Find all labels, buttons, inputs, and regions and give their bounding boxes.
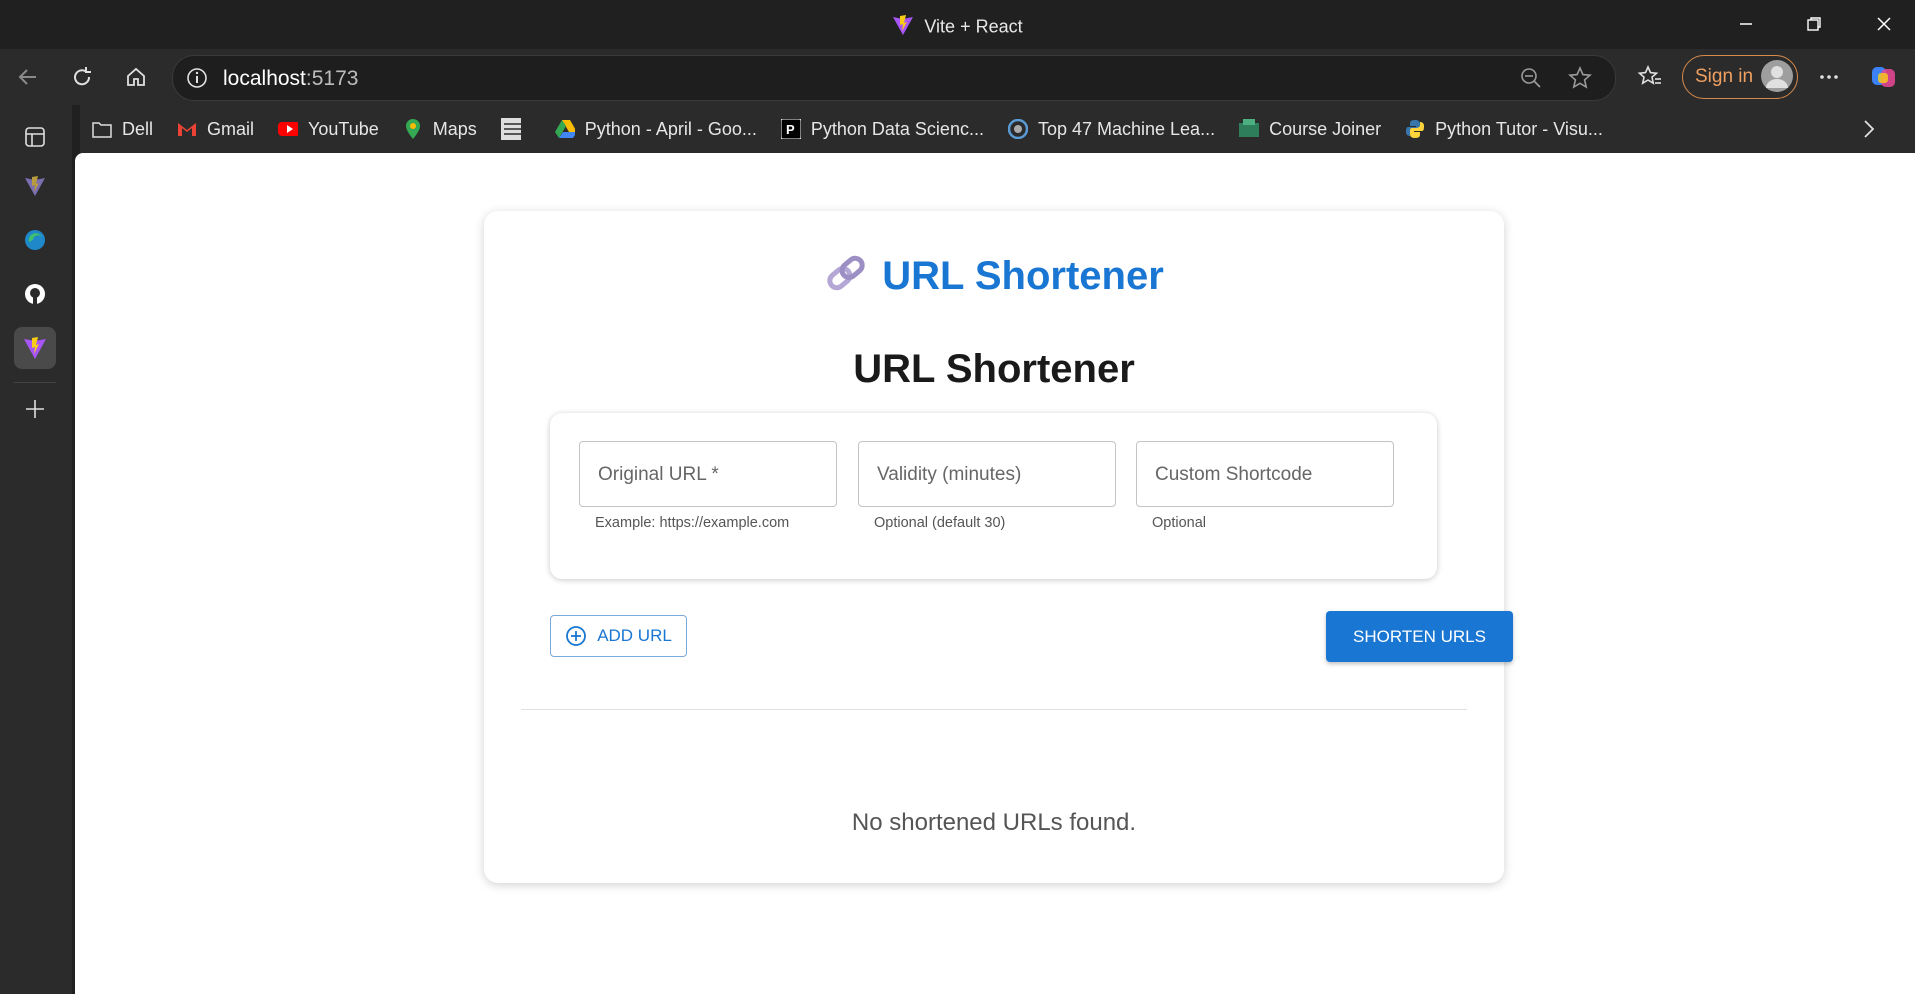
original-url-input[interactable] bbox=[596, 442, 826, 508]
window-title-bar: Vite + React bbox=[0, 0, 1915, 49]
bookmark-youtube[interactable]: YouTube bbox=[278, 119, 379, 140]
add-circle-icon bbox=[565, 625, 587, 647]
shortener-card: URL Shortener URL Shortener Example: htt… bbox=[484, 211, 1513, 883]
empty-results-message: No shortened URLs found. bbox=[851, 809, 1137, 836]
tab-actions-icon[interactable] bbox=[14, 116, 56, 158]
original-url-field: Example: https://example.com bbox=[579, 441, 837, 531]
results-divider bbox=[521, 709, 1467, 710]
bookmark-python-tutor[interactable]: Python Tutor - Visu... bbox=[1405, 119, 1603, 140]
new-tab-plus-icon[interactable] bbox=[14, 388, 56, 430]
bookmark-course-joiner[interactable]: Course Joiner bbox=[1239, 119, 1381, 140]
close-window-button[interactable] bbox=[1864, 8, 1904, 40]
address-url[interactable]: localhost:5173 bbox=[223, 67, 358, 91]
minimize-button[interactable] bbox=[1726, 8, 1766, 40]
shortcode-field: Optional bbox=[1136, 441, 1394, 531]
shortcode-helper: Optional bbox=[1152, 515, 1207, 531]
bookmark-python-data-science[interactable]: P Python Data Scienc... bbox=[780, 119, 984, 140]
add-url-button[interactable]: ADD URL bbox=[550, 615, 687, 657]
validity-helper: Optional (default 30) bbox=[874, 515, 1006, 531]
gmail-icon bbox=[177, 119, 197, 139]
bookmark-maps[interactable]: Maps bbox=[403, 119, 477, 140]
shortcode-input[interactable] bbox=[1153, 442, 1383, 508]
vite-logo-icon bbox=[892, 14, 914, 41]
sidebar-divider bbox=[14, 382, 56, 383]
app-brand: URL Shortener bbox=[484, 253, 1504, 303]
address-bar[interactable]: localhost:5173 bbox=[172, 55, 1616, 101]
site-info-icon[interactable] bbox=[185, 66, 209, 95]
vite-react-tab-icon[interactable] bbox=[14, 327, 56, 369]
bookmark-site[interactable] bbox=[500, 118, 531, 140]
zoom-out-icon[interactable] bbox=[1519, 66, 1543, 95]
folder-icon bbox=[92, 119, 112, 139]
svg-text:P: P bbox=[786, 122, 795, 137]
reload-button[interactable] bbox=[66, 61, 98, 93]
browser-toolbar: localhost:5173 Sign in bbox=[0, 49, 1915, 105]
favorite-star-icon[interactable] bbox=[1567, 65, 1593, 96]
github-tab-icon[interactable] bbox=[14, 273, 56, 315]
validity-field: Optional (default 30) bbox=[858, 441, 1116, 531]
window-title: Vite + React bbox=[0, 14, 1915, 41]
site-icon bbox=[1007, 119, 1028, 139]
bookmark-dell[interactable]: Dell bbox=[92, 119, 153, 140]
shorten-urls-button[interactable]: SHORTEN URLS bbox=[1326, 611, 1513, 662]
maps-icon bbox=[403, 119, 423, 139]
bookmark-top-47-machine-learning[interactable]: Top 47 Machine Lea... bbox=[1007, 119, 1215, 140]
link-icon bbox=[824, 253, 868, 303]
site-icon: P bbox=[780, 119, 801, 139]
restore-button[interactable] bbox=[1794, 8, 1834, 40]
drive-icon bbox=[554, 119, 575, 139]
python-icon bbox=[1405, 119, 1425, 139]
original-url-helper: Example: https://example.com bbox=[595, 515, 790, 531]
home-button[interactable] bbox=[120, 61, 152, 93]
copilot-icon[interactable] bbox=[1868, 61, 1900, 93]
browser-sidebar bbox=[0, 105, 72, 994]
url-entry-form: Example: https://example.com Optional (d… bbox=[550, 413, 1437, 579]
page-title: URL Shortener bbox=[853, 347, 1135, 391]
vite-tab-icon[interactable] bbox=[14, 165, 56, 207]
original-url-input-box[interactable] bbox=[579, 441, 837, 508]
page-viewport: URL Shortener URL Shortener Example: htt… bbox=[75, 153, 1915, 994]
bookmark-python-april[interactable]: Python - April - Goo... bbox=[554, 119, 757, 140]
youtube-icon bbox=[278, 119, 299, 139]
validity-input-box[interactable] bbox=[858, 441, 1116, 508]
bookmarks-overflow-chevron-icon[interactable] bbox=[1859, 117, 1879, 146]
edge-tab-icon[interactable] bbox=[14, 219, 56, 261]
bookmark-gmail[interactable]: Gmail bbox=[177, 119, 254, 140]
sign-in-button[interactable]: Sign in bbox=[1682, 55, 1798, 99]
site-icon bbox=[500, 118, 521, 140]
profile-avatar-icon bbox=[1761, 60, 1793, 92]
validity-input[interactable] bbox=[875, 442, 1105, 508]
back-button[interactable] bbox=[12, 61, 44, 93]
site-icon bbox=[1239, 119, 1260, 139]
more-menu-icon[interactable] bbox=[1813, 61, 1845, 93]
favorites-icon[interactable] bbox=[1634, 61, 1666, 93]
shortcode-input-box[interactable] bbox=[1136, 441, 1394, 508]
bookmarks-bar: Dell Gmail YouTube Maps Python - April -… bbox=[80, 105, 1915, 153]
